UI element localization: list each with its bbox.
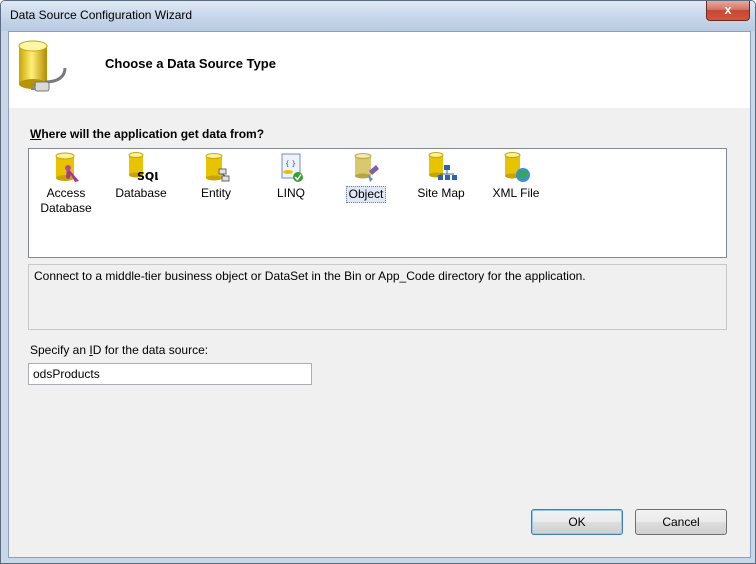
data-source-id-input[interactable] [28, 363, 312, 385]
source-label: Site Map [417, 186, 465, 200]
source-label: LINQ [276, 186, 305, 200]
data-source-type-list[interactable]: AccessDatabase SQL Database [28, 148, 727, 258]
cancel-button[interactable]: Cancel [635, 509, 727, 535]
description-panel: Connect to a middle-tier business object… [28, 264, 727, 330]
description-text: Connect to a middle-tier business object… [34, 269, 586, 283]
source-item-access-database[interactable]: Access Database [30, 151, 102, 216]
source-label: Entity [200, 186, 231, 200]
wizard-window: Data Source Configuration Wizard x Choos… [0, 0, 756, 564]
entity-icon [205, 153, 230, 182]
section-label-accesskey: W [30, 127, 42, 141]
source-item-linq[interactable]: { } LINQ [255, 151, 327, 201]
wizard-header: Choose a Data Source Type [9, 32, 750, 108]
source-item-site-map[interactable]: Site Map [405, 151, 477, 201]
site-map-icon [428, 152, 457, 180]
close-button[interactable]: x [706, 1, 750, 21]
sql-database-icon: SQL [128, 152, 158, 183]
source-item-entity[interactable]: Entity [180, 151, 252, 201]
ok-button[interactable]: OK [531, 509, 623, 535]
close-icon: x [724, 2, 732, 17]
database-plug-icon [18, 40, 67, 92]
xml-file-icon [504, 152, 530, 182]
page-title: Choose a Data Source Type [105, 56, 276, 71]
title-bar[interactable]: Data Source Configuration Wizard x [1, 1, 755, 31]
source-label: XML File [492, 186, 540, 200]
linq-icon: { } [281, 153, 303, 182]
window-title: Data Source Configuration Wizard [10, 8, 193, 22]
source-item-object[interactable]: Object [330, 151, 402, 203]
section-label-text: here will the application get data from? [41, 127, 265, 141]
source-type-label: Where will the application get data from… [30, 127, 264, 141]
source-label: Database [115, 186, 167, 200]
id-field-label: Specify an ID for the data source: [30, 343, 209, 357]
svg-text:{ }: { } [285, 160, 296, 168]
source-label: Object [345, 186, 387, 203]
source-item-database[interactable]: SQL Database [105, 151, 177, 201]
dialog-client-area: Choose a Data Source Type Where will the… [8, 31, 751, 558]
source-item-xml-file[interactable]: XML File [480, 151, 552, 201]
object-icon [354, 153, 379, 182]
access-database-icon [55, 152, 79, 182]
svg-text:SQL: SQL [137, 170, 158, 183]
source-label: Access Database [40, 186, 92, 215]
